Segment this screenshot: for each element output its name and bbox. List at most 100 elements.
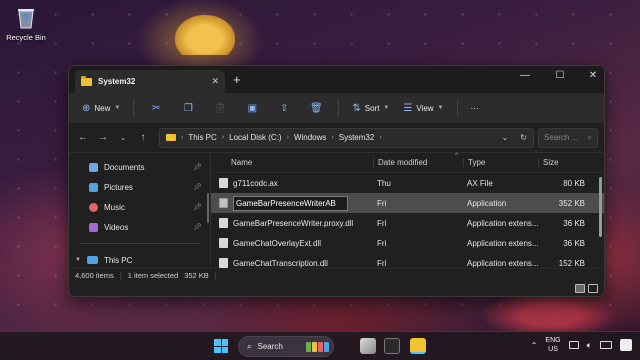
details-view-icon[interactable] — [575, 284, 585, 293]
new-tab-button[interactable]: + — [233, 72, 241, 87]
nav-scrollbar[interactable] — [207, 193, 209, 223]
breadcrumb-windows[interactable]: Windows — [294, 133, 326, 142]
music-icon — [89, 202, 98, 212]
paste-icon[interactable]: 📋︎ — [206, 103, 234, 114]
divider — [338, 100, 340, 116]
address-dropdown-icon[interactable]: ⌄ — [502, 133, 509, 142]
pin-icon[interactable]: 📌︎ — [193, 163, 202, 171]
sort-icon: ⇅ — [352, 102, 361, 114]
column-header-date[interactable]: Date modified — [373, 158, 463, 167]
new-button[interactable]: ⊕ New ▼ — [77, 101, 125, 116]
taskbar-search[interactable]: ⌕ Search — [238, 336, 334, 357]
nav-item-this-pc[interactable]: ▼ This PC — [69, 250, 210, 270]
size-cell: 152 KB — [558, 258, 585, 268]
network-icon[interactable] — [568, 341, 579, 349]
forward-arrow-icon[interactable]: → — [95, 132, 111, 143]
pin-icon[interactable]: 📌︎ — [193, 223, 202, 231]
breadcrumb-local-disk[interactable]: Local Disk (C:) — [229, 133, 281, 142]
column-header-size[interactable]: Size — [538, 158, 593, 167]
recycle-bin-desktop-icon[interactable]: Recycle Bin — [6, 4, 46, 42]
tiles-view-icon[interactable] — [588, 284, 598, 293]
documents-icon — [89, 162, 98, 172]
breadcrumb-system32[interactable]: System32 — [339, 133, 375, 142]
windows-logo-icon — [221, 339, 228, 346]
column-header-type[interactable]: Type — [463, 158, 538, 167]
file-icon — [219, 178, 228, 188]
up-arrow-icon[interactable]: ↑ — [135, 132, 151, 143]
nav-item-music[interactable]: Music 📌︎ — [69, 197, 210, 217]
rename-icon[interactable]: ▣ — [238, 103, 266, 114]
nav-item-pictures[interactable]: Pictures 📌︎ — [69, 177, 210, 197]
refresh-icon[interactable]: ↻ — [520, 133, 527, 142]
widgets-icon[interactable] — [360, 338, 376, 354]
column-header-name[interactable]: Name — [211, 158, 373, 167]
copy-icon[interactable]: ❐ — [174, 103, 202, 114]
maximize-button[interactable]: ☐ — [550, 70, 570, 81]
view-button[interactable]: ☰ View ▼ — [398, 101, 448, 116]
file-explorer-window: System32 ✕ + — ☐ ✕ ⊕ New ▼ ✂ ❐ 📋︎ ▣ ⇪ 🗑︎… — [68, 65, 605, 297]
sort-label: Sort — [364, 103, 380, 113]
tab-system32[interactable]: System32 ✕ — [75, 70, 225, 93]
address-bar[interactable]: › This PC › Local Disk (C:) › Windows › … — [159, 127, 534, 148]
task-view-icon[interactable] — [384, 338, 400, 354]
table-row[interactable]: g711codc.ax Thu AX File 80 KB — [211, 173, 604, 193]
close-window-button[interactable]: ✕ — [583, 70, 603, 81]
cut-icon[interactable]: ✂ — [142, 103, 170, 114]
search-input[interactable]: Search ... ⌕ — [538, 127, 598, 148]
file-name-cell: GameBarPresenceWriter.proxy.dll — [211, 218, 373, 228]
file-list-scrollbar[interactable] — [599, 177, 602, 237]
size-cell: 80 KB — [563, 178, 585, 188]
nav-divider — [79, 243, 200, 244]
dll-file-icon — [219, 218, 228, 228]
divider — [456, 100, 458, 116]
explorer-body: Documents 📌︎ Pictures 📌︎ Music 📌︎ Videos… — [69, 153, 604, 268]
minimize-button[interactable]: — — [515, 70, 535, 81]
chevron-down-icon: ▼ — [75, 257, 81, 263]
sort-button[interactable]: ⇅ Sort ▼ — [347, 101, 394, 116]
view-label: View — [416, 103, 434, 113]
breadcrumb-this-pc[interactable]: This PC — [188, 133, 216, 142]
nav-item-label: Pictures — [104, 182, 133, 192]
nav-item-videos[interactable]: Videos 📌︎ — [69, 217, 210, 237]
volume-icon[interactable]: 🔈︎ — [587, 340, 592, 351]
system-tray: ⌃ ENG US 🔈︎ — [531, 336, 632, 354]
lang-line1: ENG — [545, 337, 561, 344]
lang-line2: US — [548, 346, 558, 353]
language-indicator[interactable]: ENG US — [545, 336, 560, 354]
date-cell: Fri — [377, 218, 387, 228]
battery-icon[interactable] — [600, 341, 612, 349]
table-row-selected[interactable]: Fri Application 352 KB — [211, 193, 604, 213]
nav-item-documents[interactable]: Documents 📌︎ — [69, 157, 210, 177]
back-arrow-icon[interactable]: ← — [75, 132, 91, 143]
file-name-cell: GameChatOverlayExt.dll — [211, 238, 373, 248]
tab-title: System32 — [98, 77, 136, 86]
tab-close-icon[interactable]: ✕ — [211, 76, 219, 87]
windows-logo-icon — [221, 346, 228, 353]
table-row[interactable]: GameBarPresenceWriter.proxy.dll Fri Appl… — [211, 213, 604, 233]
date-cell: Thu — [377, 178, 391, 188]
recent-locations-icon[interactable]: ⌄ — [115, 134, 131, 142]
file-explorer-taskbar-icon[interactable] — [410, 338, 426, 354]
share-icon[interactable]: ⇪ — [270, 103, 298, 114]
delete-icon[interactable]: 🗑︎ — [302, 103, 330, 114]
notification-icon[interactable] — [620, 339, 632, 351]
dll-file-icon — [219, 238, 228, 248]
wallpaper-character — [175, 15, 235, 55]
folder-icon — [166, 134, 176, 141]
more-options-button[interactable]: ··· — [466, 102, 484, 115]
chevron-right-icon: › — [286, 134, 289, 141]
rename-input[interactable] — [233, 195, 348, 211]
file-name: g711codc.ax — [233, 178, 278, 188]
pin-icon[interactable]: 📌︎ — [193, 183, 202, 191]
windows-logo-icon — [214, 339, 221, 346]
plus-circle-icon: ⊕ — [82, 102, 91, 114]
type-cell: Application extens... — [467, 238, 538, 248]
nav-item-label: Music — [104, 202, 125, 212]
chevron-up-icon[interactable]: ⌃ — [531, 341, 538, 350]
table-row[interactable]: GameChatTranscription.dll Fri Applicatio… — [211, 253, 604, 273]
nav-item-label: Documents — [104, 162, 145, 172]
taskbar-search-label: Search — [257, 342, 283, 351]
table-row[interactable]: GameChatOverlayExt.dll Fri Application e… — [211, 233, 604, 253]
start-button[interactable] — [214, 339, 228, 353]
pin-icon[interactable]: 📌︎ — [193, 203, 202, 211]
